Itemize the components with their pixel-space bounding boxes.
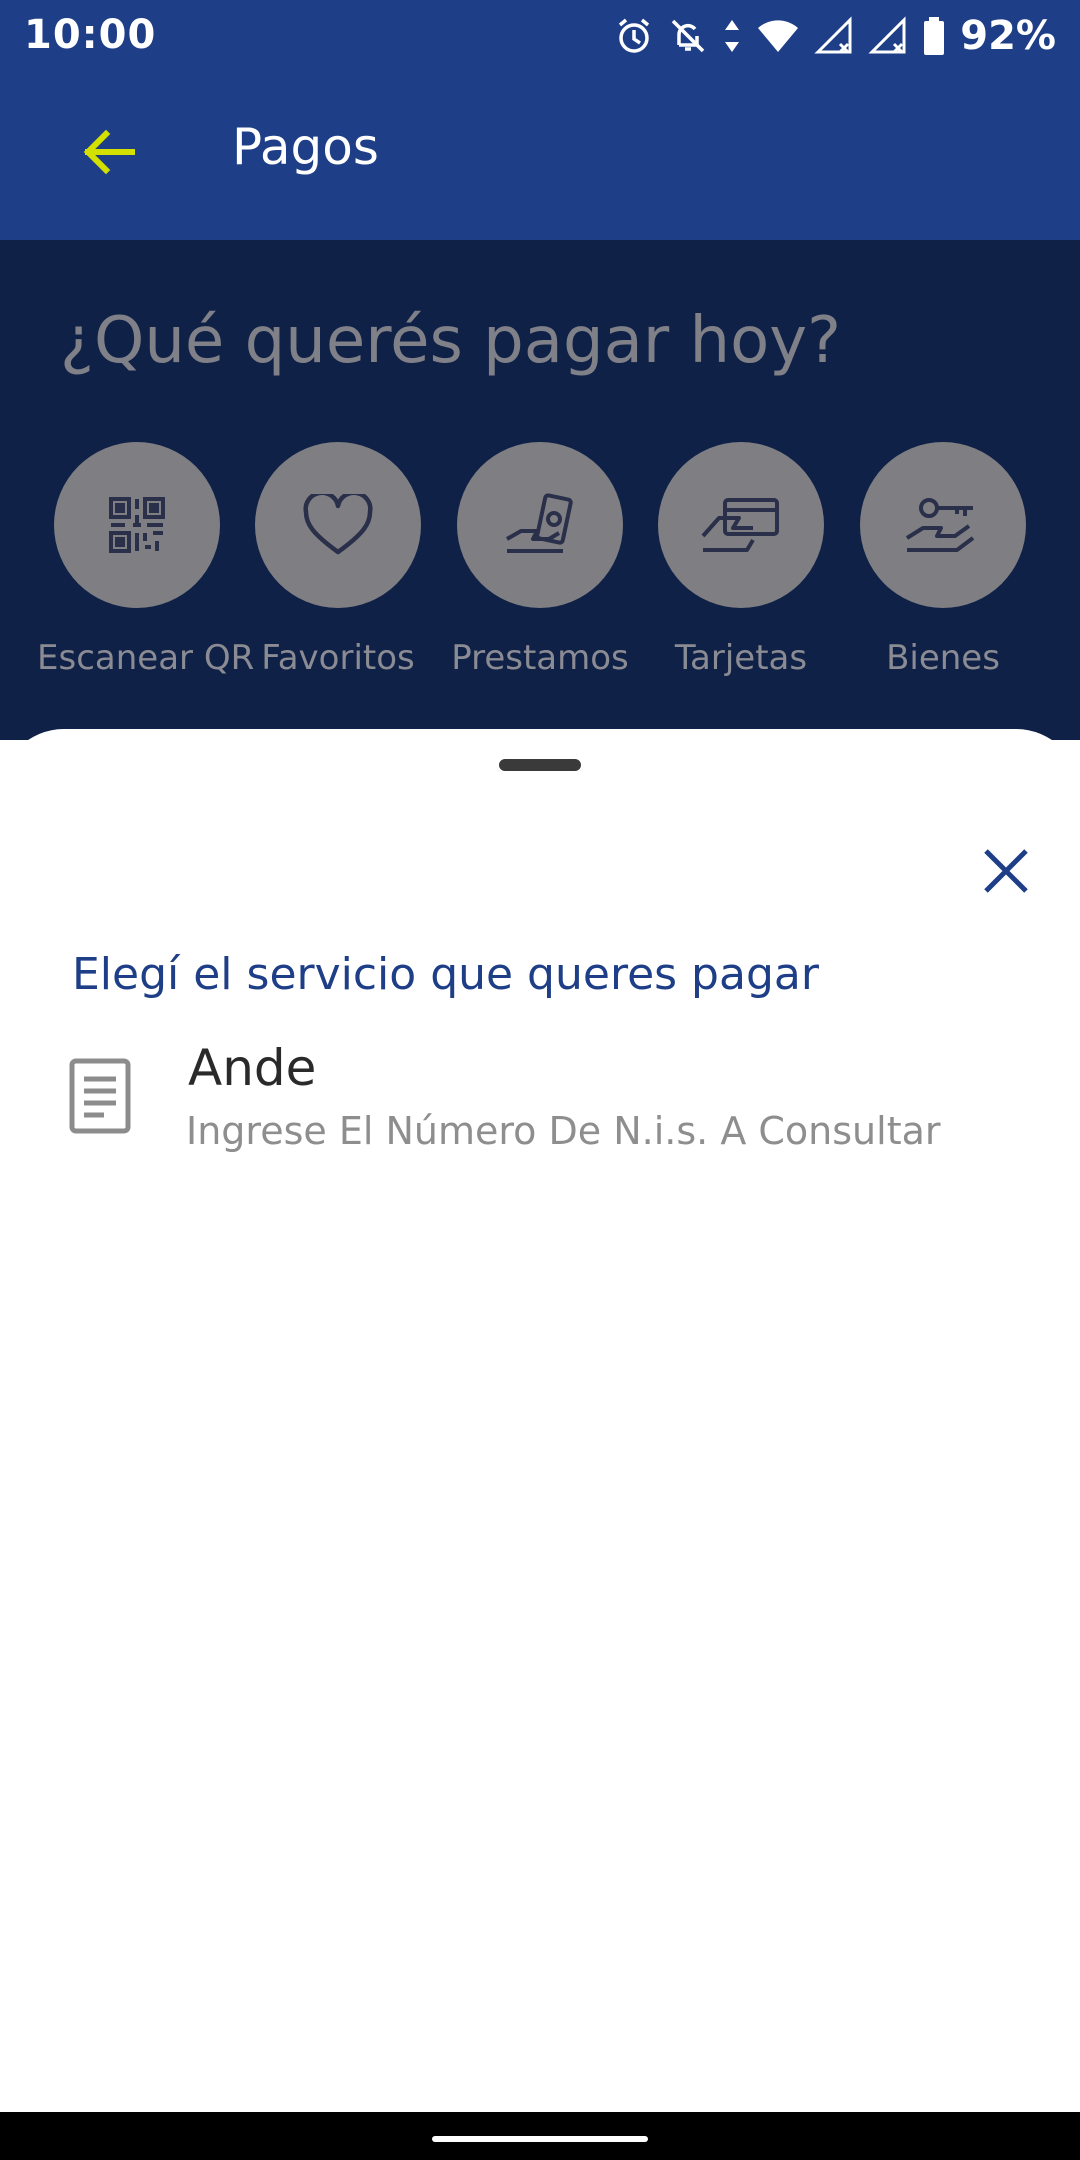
bottom-sheet: Elegí el servicio que queres pagar Ande … xyxy=(0,729,1080,2112)
heart-icon xyxy=(303,494,373,555)
service-title: Ande xyxy=(188,1039,317,1097)
service-subtitle: Ingrese El Número De N.i.s. A Consultar xyxy=(186,1109,941,1153)
action-assets[interactable]: Bienes xyxy=(843,442,1043,678)
action-cards[interactable]: Tarjetas xyxy=(641,442,841,678)
payments-content: ¿Qué querés pagar hoy? Escanear QR Favor… xyxy=(0,240,1080,740)
action-label: Escanear QR xyxy=(37,638,255,678)
notifications-off-icon xyxy=(668,16,708,56)
action-circle xyxy=(255,442,421,608)
signal-icon xyxy=(814,16,854,56)
navigation-bar xyxy=(0,2112,1080,2160)
wifi-icon xyxy=(756,16,800,56)
sheet-heading: Elegí el servicio que queres pagar xyxy=(72,949,819,1000)
action-loans[interactable]: Prestamos xyxy=(440,442,640,678)
hand-card-icon xyxy=(701,498,779,552)
drag-handle[interactable] xyxy=(499,759,581,771)
back-button[interactable] xyxy=(68,112,148,192)
question-heading: ¿Qué querés pagar hoy? xyxy=(60,304,842,378)
action-circle xyxy=(54,442,220,608)
document-icon xyxy=(68,1057,132,1137)
alarm-icon xyxy=(614,16,654,56)
close-button[interactable] xyxy=(974,839,1038,903)
action-favorites[interactable]: Favoritos xyxy=(238,442,438,678)
status-bar: 10:00 92% xyxy=(0,0,1080,72)
action-label: Prestamos xyxy=(451,638,629,678)
home-gesture-handle[interactable] xyxy=(432,2136,648,2142)
close-icon xyxy=(984,849,1028,893)
page-title: Pagos xyxy=(232,118,379,176)
status-time: 10:00 xyxy=(24,12,157,58)
action-label: Favoritos xyxy=(261,638,415,678)
action-label: Bienes xyxy=(886,638,1000,678)
signal-icon xyxy=(868,16,908,56)
arrow-left-icon xyxy=(83,129,135,175)
battery-icon xyxy=(922,16,946,56)
battery-percentage: 92% xyxy=(960,13,1056,59)
hand-key-icon xyxy=(905,498,975,552)
action-label: Tarjetas xyxy=(674,638,808,678)
service-item-ande[interactable]: Ande Ingrese El Número De N.i.s. A Consu… xyxy=(60,1039,1020,1159)
action-scan-qr[interactable]: Escanear QR xyxy=(37,442,255,678)
app-bar: Pagos xyxy=(0,72,1080,240)
qr-code-icon xyxy=(109,497,165,553)
status-icons: 92% xyxy=(614,10,1056,62)
hand-money-icon xyxy=(506,493,573,553)
action-circle xyxy=(860,442,1026,608)
action-circle xyxy=(457,442,623,608)
action-circle xyxy=(658,442,824,608)
data-arrows-icon xyxy=(722,16,742,56)
